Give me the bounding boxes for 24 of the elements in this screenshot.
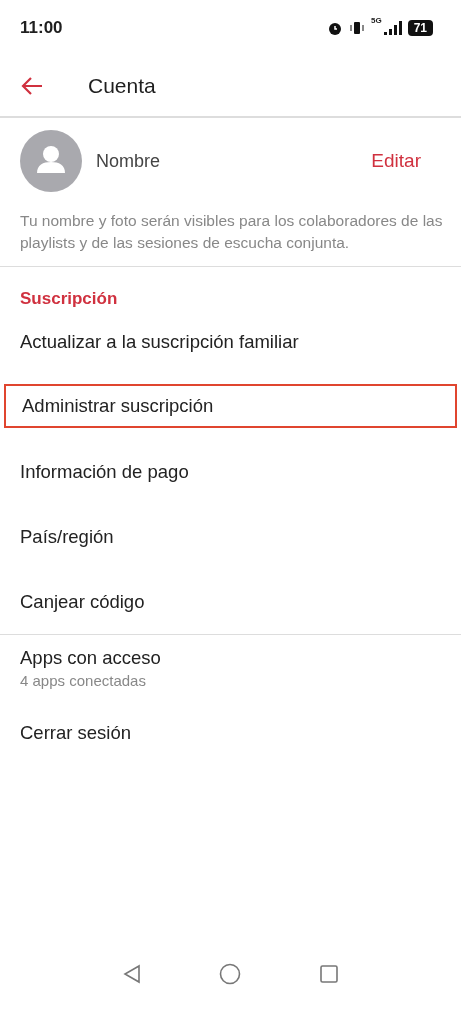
- status-time: 11:00: [20, 18, 63, 38]
- profile-note: Tu nombre y foto serán visibles para los colaboradores de las playlists y de las sesiones de escucha conjunta.: [0, 210, 461, 267]
- back-nav-icon[interactable]: [122, 964, 141, 984]
- profile-name: Nombre: [96, 150, 162, 172]
- item-subtitle: 4 apps conectadas: [20, 671, 147, 689]
- section-title: Suscripción: [19, 288, 119, 309]
- signal-icon: [383, 21, 402, 35]
- vibrate-icon: [348, 20, 365, 36]
- network-type: 5G: [370, 16, 382, 25]
- menu-item[interactable]: Información de pago: [0, 439, 461, 504]
- edit-link[interactable]: Editar: [371, 150, 421, 172]
- menu-item[interactable]: Canjear código: [0, 569, 461, 634]
- alarm-icon: [326, 20, 343, 36]
- battery-level: 71: [407, 20, 433, 36]
- menu-item[interactable]: Apps con acceso 4 apps conectadas: [0, 635, 461, 700]
- menu-item[interactable]: País/región: [0, 504, 461, 569]
- home-nav-icon[interactable]: [218, 963, 241, 985]
- back-icon[interactable]: [20, 76, 44, 96]
- page-title: Cuenta: [88, 74, 156, 98]
- highlighted-menu-item[interactable]: Administrar suscripción: [4, 384, 457, 428]
- recents-nav-icon[interactable]: [318, 964, 339, 984]
- menu-item[interactable]: Actualizar a la suscripción familiar: [0, 309, 461, 374]
- avatar-icon: [20, 130, 82, 192]
- menu-item[interactable]: Cerrar sesión: [0, 700, 461, 765]
